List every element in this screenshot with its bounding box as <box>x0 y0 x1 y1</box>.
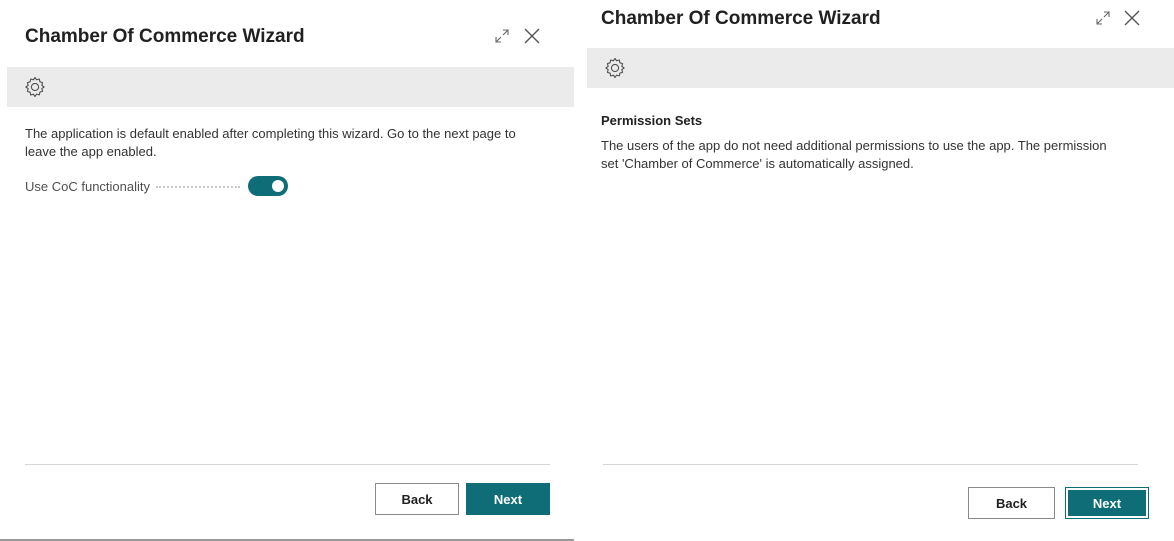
wizard-banner <box>587 48 1174 88</box>
section-title: Permission Sets <box>601 113 703 128</box>
next-button[interactable]: Next <box>466 483 550 515</box>
close-icon[interactable] <box>1120 6 1144 30</box>
footer-divider <box>25 464 550 465</box>
dialog-title: Chamber Of Commerce Wizard <box>601 8 881 29</box>
field-label: Use CoC functionality <box>25 178 150 194</box>
use-coc-toggle[interactable] <box>248 176 288 196</box>
permission-text: The users of the app do not need additio… <box>601 138 1107 171</box>
expand-icon[interactable] <box>1091 6 1115 30</box>
intro-text: The application is default enabled after… <box>25 126 516 159</box>
expand-icon[interactable] <box>490 24 514 48</box>
wizard-dialog-right: Chamber Of Commerce Wizard Permission Se… <box>587 0 1174 541</box>
wizard-dialog-left: Chamber Of Commerce Wizard The applicati… <box>0 0 574 541</box>
gear-icon <box>603 56 627 80</box>
dialog-title: Chamber Of Commerce Wizard <box>25 26 305 47</box>
toggle-knob <box>272 180 284 192</box>
field-leader-dots <box>156 186 240 188</box>
close-icon[interactable] <box>520 24 544 48</box>
back-button[interactable]: Back <box>375 483 459 515</box>
next-button[interactable]: Next <box>1065 487 1149 519</box>
wizard-banner <box>7 67 574 107</box>
use-coc-field: Use CoC functionality <box>25 176 288 196</box>
gear-icon <box>23 75 47 99</box>
footer-divider <box>603 464 1138 465</box>
back-button[interactable]: Back <box>968 487 1055 519</box>
